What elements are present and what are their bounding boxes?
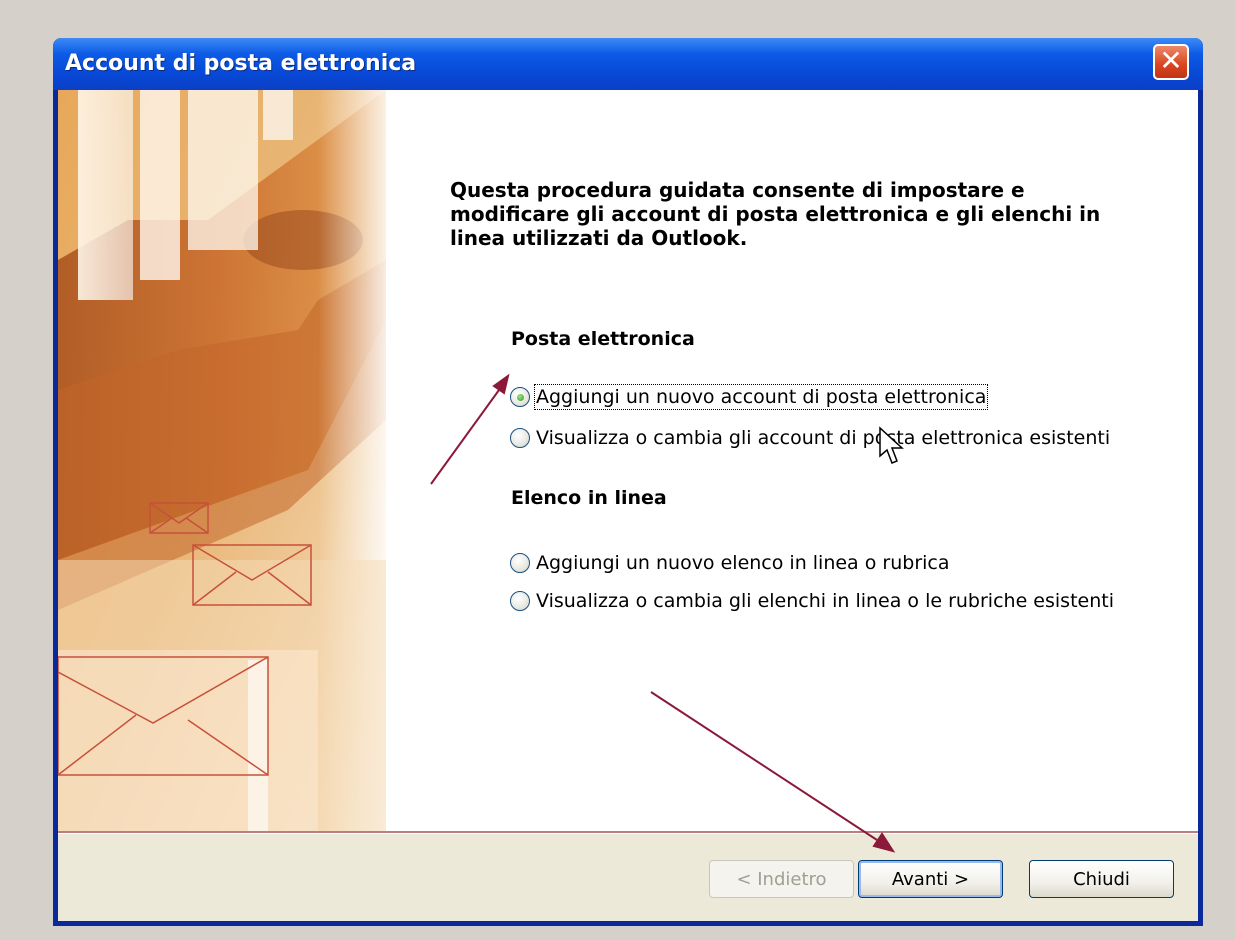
section-heading-email: Posta elettronica xyxy=(511,328,695,350)
radio-icon[interactable] xyxy=(510,591,530,611)
radio-view-email-accounts[interactable]: Visualizza o cambia gli account di posta… xyxy=(510,424,1110,452)
wizard-content: Questa procedura guidata consente di imp… xyxy=(58,90,1198,831)
back-button-label: < Indietro xyxy=(736,868,827,890)
button-bar: < Indietro Avanti > Chiudi xyxy=(58,834,1198,921)
back-button[interactable]: < Indietro xyxy=(709,860,854,898)
dialog-window: Account di posta elettronica ✕ Questa pr… xyxy=(53,38,1203,926)
close-button-label: Chiudi xyxy=(1073,868,1130,890)
radio-icon[interactable] xyxy=(510,553,530,573)
radio-checked-icon[interactable] xyxy=(510,387,530,407)
radio-add-email-account[interactable]: Aggiungi un nuovo account di posta elett… xyxy=(510,383,989,411)
radio-view-directories[interactable]: Visualizza o cambia gli elenchi in linea… xyxy=(510,587,1114,615)
option-label[interactable]: Visualizza o cambia gli account di posta… xyxy=(536,427,1110,449)
close-button[interactable]: Chiudi xyxy=(1029,860,1174,898)
option-label[interactable]: Aggiungi un nuovo account di posta elett… xyxy=(533,384,989,410)
option-label[interactable]: Visualizza o cambia gli elenchi in linea… xyxy=(536,590,1114,612)
option-label[interactable]: Aggiungi un nuovo elenco in linea o rubr… xyxy=(536,552,950,574)
section-heading-directory: Elenco in linea xyxy=(511,487,667,509)
radio-add-directory[interactable]: Aggiungi un nuovo elenco in linea o rubr… xyxy=(510,549,950,577)
radio-icon[interactable] xyxy=(510,428,530,448)
intro-text: Questa procedura guidata consente di imp… xyxy=(450,178,1101,250)
close-icon[interactable]: ✕ xyxy=(1153,44,1189,80)
title-bar[interactable]: Account di posta elettronica ✕ xyxy=(53,38,1203,90)
next-button[interactable]: Avanti > xyxy=(858,860,1003,898)
wizard-side-art xyxy=(58,90,386,831)
next-button-label: Avanti > xyxy=(891,868,970,890)
window-title: Account di posta elettronica xyxy=(65,51,417,76)
